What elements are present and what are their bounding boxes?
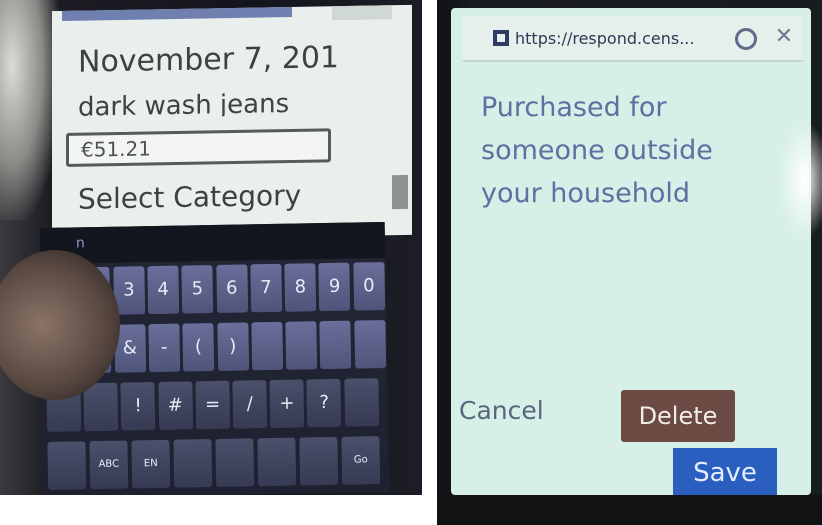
key-row2-3[interactable]: - (148, 323, 181, 373)
key-row3-5[interactable]: / (232, 380, 268, 429)
url-text: https://respond.cens... (515, 29, 695, 48)
refresh-icon[interactable] (735, 28, 757, 50)
cancel-button[interactable]: Cancel (459, 396, 544, 425)
key-row4-5[interactable] (257, 437, 297, 487)
right-phone-photo: https://respond.cens... ✕ Purchased for … (437, 0, 822, 525)
site-icon (493, 30, 509, 46)
light-glare (0, 0, 60, 220)
light-glare-right (777, 120, 822, 240)
delete-button[interactable]: Delete (621, 390, 735, 442)
date-field[interactable]: November 7, 201 (78, 39, 393, 80)
scroll-handle[interactable] (392, 174, 408, 210)
url-bar: https://respond.cens... ✕ (463, 16, 803, 62)
key-row1-3[interactable]: 4 (147, 265, 180, 315)
key-row3-8[interactable] (343, 378, 379, 427)
key-row3-7[interactable]: ? (306, 378, 342, 428)
key-row3-1[interactable] (83, 382, 119, 432)
status-bar (62, 6, 292, 21)
key-row3-6[interactable]: + (269, 379, 305, 429)
key-row2-5[interactable]: ) (216, 322, 249, 371)
key-row4-7[interactable]: Go (341, 436, 381, 485)
left-phone-photo: November 7, 201 dark wash jeans €51.21 S… (0, 0, 422, 495)
suggestion-bar: n (39, 222, 386, 265)
key-row4-6[interactable] (299, 436, 339, 486)
save-button[interactable]: Save (673, 448, 777, 498)
key-row2-8[interactable] (319, 320, 352, 370)
dialog: https://respond.cens... ✕ Purchased for … (451, 8, 811, 498)
key-row1-9[interactable]: 0 (353, 262, 385, 311)
status-bar-right (332, 5, 392, 21)
key-row2-4[interactable]: ( (182, 323, 215, 372)
phone-bezel-bottom (437, 495, 822, 525)
dialog-message: Purchased for someone outside your house… (481, 92, 713, 209)
key-row2-7[interactable] (285, 321, 318, 370)
key-row3-4[interactable]: = (195, 380, 230, 430)
key-row1-8[interactable]: 9 (318, 262, 351, 312)
suggestion-text[interactable]: n (76, 235, 85, 251)
key-row1-7[interactable]: 8 (284, 263, 317, 312)
key-row2-9[interactable] (354, 320, 386, 369)
key-row1-6[interactable]: 7 (250, 263, 282, 313)
key-row2-6[interactable] (251, 321, 283, 371)
key-row4-1[interactable]: ABC (89, 440, 129, 490)
key-row4-4[interactable] (215, 438, 255, 487)
key-row1-4[interactable]: 5 (181, 265, 214, 314)
key-row4-2[interactable]: EN (131, 439, 171, 489)
price-input[interactable]: €51.21 (66, 128, 331, 167)
key-row4-0[interactable] (47, 441, 87, 490)
key-row3-3[interactable]: # (157, 381, 193, 430)
close-icon[interactable]: ✕ (772, 24, 796, 50)
key-row4-3[interactable] (173, 439, 213, 488)
key-row1-5[interactable]: 6 (215, 264, 248, 313)
category-select[interactable]: Select Category (78, 178, 338, 216)
expense-form: November 7, 201 dark wash jeans €51.21 S… (52, 4, 412, 242)
item-description-field[interactable]: dark wash jeans (78, 88, 358, 119)
key-row3-2[interactable]: ! (120, 382, 156, 431)
